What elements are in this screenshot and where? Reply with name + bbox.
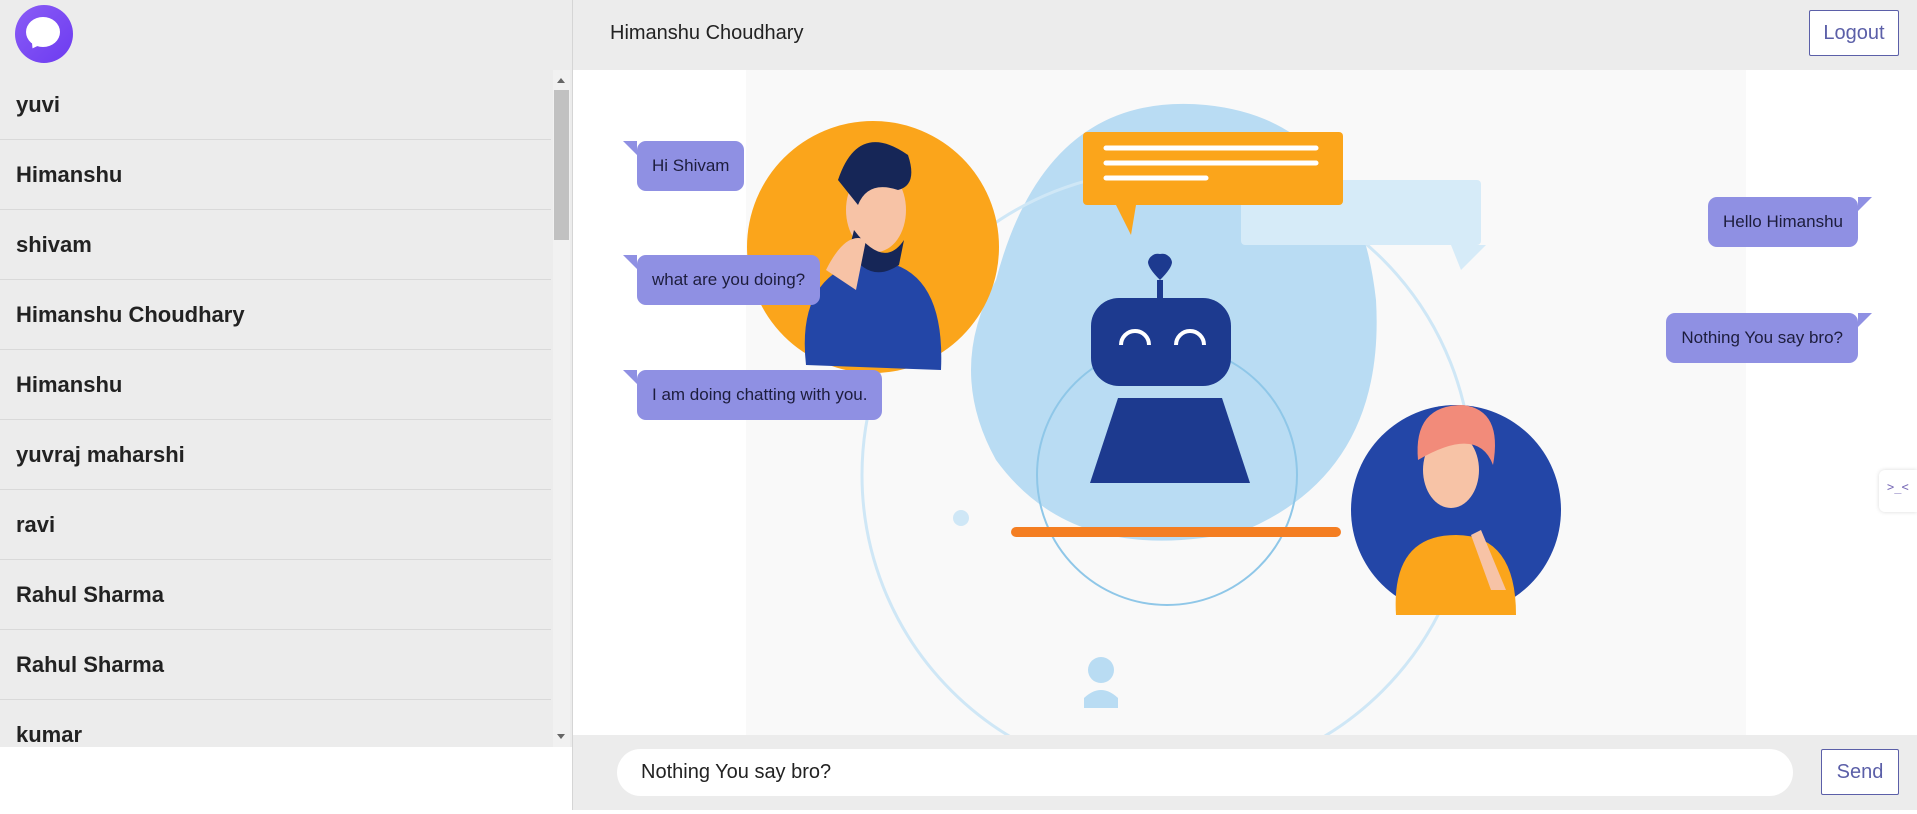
send-button[interactable]: Send — [1821, 749, 1899, 795]
chat-header: Himanshu Choudhary Logout — [573, 0, 1917, 70]
received-message: what are you doing? — [622, 255, 821, 305]
user-list-scrollbar[interactable] — [553, 70, 570, 747]
message-input[interactable] — [617, 749, 1793, 796]
scroll-down-arrow-icon[interactable] — [557, 734, 565, 739]
user-list-item[interactable]: Rahul Sharma — [0, 560, 551, 630]
message-text: Nothing You say bro? — [1681, 328, 1843, 347]
app-logo-icon[interactable] — [15, 5, 73, 63]
chat-area: Hi Shivam what are you doing? I am doing… — [573, 70, 1917, 735]
user-list-item[interactable]: shivam — [0, 210, 551, 280]
chatbot-illustration — [747, 103, 1561, 735]
sidebar-header — [0, 0, 572, 70]
logout-button[interactable]: Logout — [1809, 10, 1899, 56]
message-text: what are you doing? — [652, 270, 806, 289]
user-list-item[interactable]: ravi — [0, 490, 551, 560]
message-text: Hello Himanshu — [1723, 212, 1843, 231]
received-message: Hi Shivam — [622, 141, 745, 191]
user-list-item[interactable]: Himanshu — [0, 140, 551, 210]
sent-message: Nothing You say bro? — [1666, 313, 1872, 363]
chat-title: Himanshu Choudhary — [610, 22, 804, 44]
sent-message: Hello Himanshu — [1708, 197, 1872, 247]
received-message: I am doing chatting with you. — [622, 370, 883, 420]
message-composer: Send — [573, 735, 1917, 810]
sidebar: yuvi Himanshu shivam Himanshu Choudhary … — [0, 0, 573, 810]
user-list-item[interactable]: yuvraj maharshi — [0, 420, 551, 490]
sidebar-footer — [0, 747, 572, 810]
scrollbar-thumb[interactable] — [554, 90, 569, 240]
user-list-item[interactable]: Himanshu Choudhary — [0, 280, 551, 350]
side-widget-glyph: >_< — [1887, 480, 1909, 494]
user-list-item[interactable]: Himanshu — [0, 350, 551, 420]
message-text: Hi Shivam — [652, 156, 730, 175]
message-text: I am doing chatting with you. — [652, 385, 868, 404]
user-list-item[interactable]: yuvi — [0, 70, 551, 140]
scroll-up-arrow-icon[interactable] — [557, 78, 565, 83]
user-list-item[interactable]: kumar — [0, 700, 551, 747]
user-list-item[interactable]: Rahul Sharma — [0, 630, 551, 700]
user-list: yuvi Himanshu shivam Himanshu Choudhary … — [0, 70, 551, 747]
side-widget-icon[interactable]: >_< — [1879, 470, 1917, 512]
